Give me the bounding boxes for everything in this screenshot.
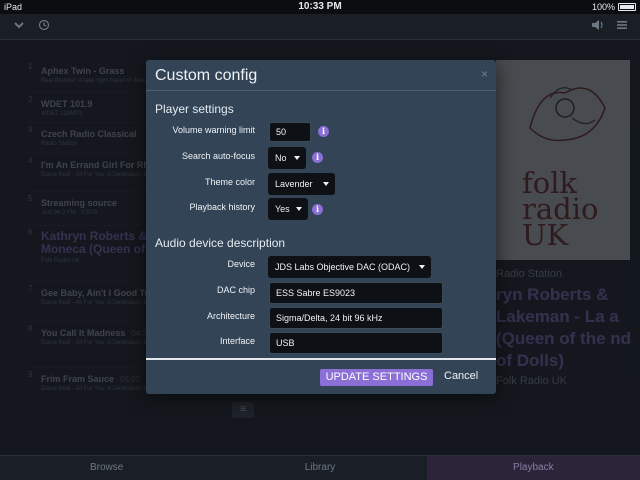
chevron-down-icon[interactable] [11, 19, 27, 35]
search-autofocus-select[interactable]: No [268, 147, 306, 169]
info-icon[interactable]: i [312, 152, 323, 163]
tab-browse[interactable]: Browse [0, 456, 213, 480]
caret-down-icon [323, 182, 329, 186]
clock-icon[interactable] [36, 19, 52, 35]
battery-icon [618, 3, 636, 11]
player-settings-heading: Player settings [155, 102, 234, 116]
speaker-icon[interactable] [590, 19, 606, 35]
search-autofocus-label: Search auto-focus [181, 151, 255, 161]
bottom-nav: Browse Library Playback [0, 455, 640, 480]
interface-label: Interface [219, 336, 255, 346]
theme-color-label: Theme color [204, 177, 255, 187]
tab-playback[interactable]: Playback [426, 456, 640, 480]
clock: 10:33 PM [298, 1, 342, 12]
cancel-button[interactable]: Cancel [444, 370, 478, 382]
caret-down-icon [296, 207, 302, 211]
audio-device-heading: Audio device description [155, 236, 286, 250]
info-icon[interactable]: i [318, 126, 329, 137]
playback-history-label: Playback history [189, 202, 255, 212]
device-select[interactable]: JDS Labs Objective DAC (ODAC) [268, 256, 431, 278]
device-label: Device [227, 259, 255, 269]
close-icon[interactable]: × [481, 67, 488, 81]
dialog-title: Custom config [155, 67, 258, 84]
playback-history-select[interactable]: Yes [268, 198, 308, 220]
status-bar: iPad 10:33 PM 100% [0, 0, 640, 14]
interface-input[interactable] [269, 332, 443, 354]
theme-color-select[interactable]: Lavender [268, 173, 335, 195]
tab-library[interactable]: Library [213, 456, 426, 480]
info-icon[interactable]: i [312, 204, 323, 215]
menu-icon[interactable] [614, 19, 630, 35]
architecture-input[interactable] [269, 307, 443, 329]
dac-chip-label: DAC chip [216, 285, 255, 295]
battery-status: 100% [592, 2, 636, 12]
footer-divider [146, 358, 496, 360]
update-settings-button[interactable]: UPDATE SETTINGS [320, 369, 433, 386]
caret-down-icon [419, 265, 425, 269]
volume-warning-label: Volume warning limit [172, 125, 255, 135]
top-toolbar [0, 14, 640, 40]
architecture-label: Architecture [206, 311, 255, 321]
dialog-header: Custom config × [146, 60, 496, 91]
custom-config-dialog: Custom config × Player settings Volume w… [146, 60, 496, 394]
dac-chip-input[interactable] [269, 282, 443, 304]
volume-warning-input[interactable] [269, 122, 311, 142]
caret-down-icon [294, 156, 300, 160]
battery-percent: 100% [591, 2, 615, 12]
